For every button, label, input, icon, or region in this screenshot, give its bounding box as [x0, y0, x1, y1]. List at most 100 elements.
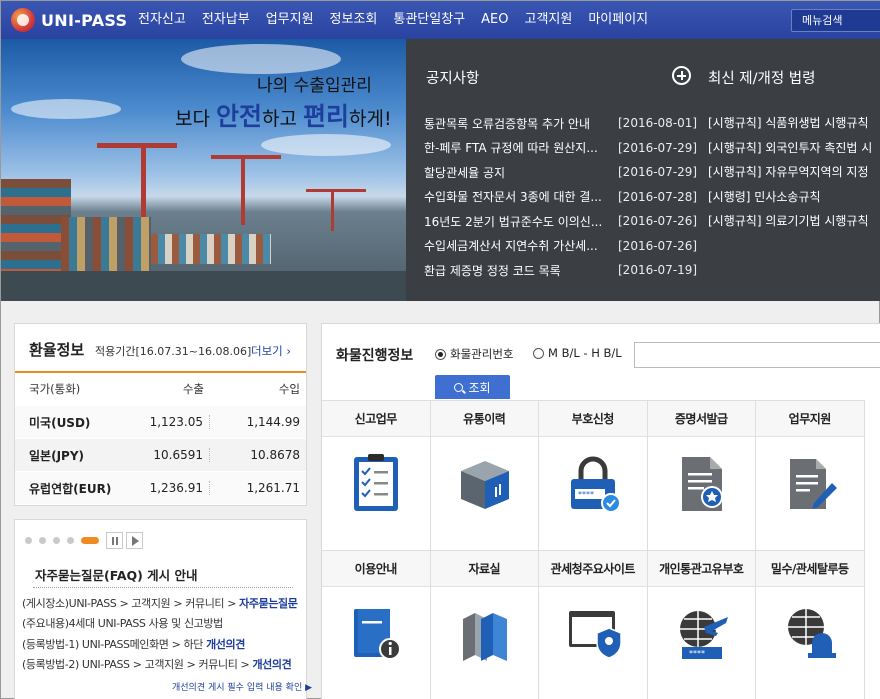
tile-smuggling-report[interactable]: 밀수/관세탈루등: [756, 550, 865, 699]
carousel-dot-active[interactable]: [81, 537, 99, 544]
notice-item[interactable]: 할당관세율 공지 [2016-07-29]: [424, 160, 697, 185]
exchange-rate-title: 환율정보: [29, 341, 85, 359]
tile-declaration[interactable]: 신고업무: [322, 400, 431, 550]
tile-customs-sites[interactable]: 관세청주요사이트: [539, 550, 648, 699]
row-export-rate: 10.6591: [130, 448, 210, 462]
exchange-rate-more-link[interactable]: 더보기 ›: [251, 343, 291, 359]
crane-boom: [306, 189, 366, 192]
banner-slogan-line1: 나의 수출입관리: [257, 76, 372, 96]
faq-line-text: (게시장소)UNI-PASS > 고객지원 > 커뮤니티 >: [22, 597, 240, 610]
faq-title[interactable]: 자주묻는질문(FAQ) 게시 안내: [35, 565, 198, 584]
nav-item-aeo[interactable]: AEO: [481, 1, 508, 39]
notice-date: [2016-07-28]: [618, 189, 698, 204]
certificate-document-icon: [681, 457, 723, 511]
cargo-number-input[interactable]: [634, 342, 880, 368]
carousel-dot[interactable]: [53, 537, 60, 544]
nav-item-customer-support[interactable]: 고객지원: [524, 1, 572, 39]
notice-item[interactable]: 한-페루 FTA 규정에 따라 원산지... [2016-07-29]: [424, 136, 698, 161]
tile-label: 부호신청: [539, 401, 647, 437]
tile-certificate-issue[interactable]: 증명서발급: [647, 400, 756, 550]
exchange-rate-card: 환율정보 적용기간[16.07.31~16.08.06] 더보기 › 국가(통화…: [14, 323, 307, 506]
cloud-shape: [181, 44, 341, 74]
column-header-import: 수입: [278, 382, 300, 396]
law-item[interactable]: [시행규칙] 외국인투자 촉진법 시: [708, 136, 880, 161]
row-import-rate: 10.8678: [250, 448, 300, 462]
row-export-rate: 1,123.05: [130, 415, 210, 429]
notice-title: 16년도 2분기 법규준수도 이의신...: [424, 214, 603, 229]
faq-line: (등록방법-1) UNI-PASS메인화면 > 하단 개선의견: [22, 635, 298, 655]
nav-item-business-support[interactable]: 업무지원: [266, 1, 314, 39]
table-row: 유럽연합(EUR) 1,236.91 1,261.71: [15, 471, 306, 504]
slogan-text: 하게!: [349, 108, 392, 130]
exchange-rate-column-headers: 국가(통화) 수출 수입: [15, 373, 306, 405]
nav-item-info-lookup[interactable]: 정보조회: [330, 1, 378, 39]
tile-row: 이용안내 자료실 관세청주요사이트 개인통관고유부호 **** 밀수/관세탈루등: [322, 550, 880, 699]
tile-code-application[interactable]: 부호신청 ****: [539, 400, 648, 550]
notice-item[interactable]: 수입화물 전자문서 3종에 대한 결... [2016-07-28]: [424, 185, 698, 210]
tile-distribution-history[interactable]: 유통이력: [430, 400, 539, 550]
tile-library[interactable]: 자료실: [430, 550, 539, 699]
carousel-dot[interactable]: [67, 537, 74, 544]
notice-title: 수입화물 전자문서 3종에 대한 결...: [424, 190, 602, 205]
radio-cargo-number[interactable]: 화물관리번호: [435, 346, 513, 362]
faq-line: (주요내용)4세대 UNI-PASS 사용 및 신고방법: [22, 614, 298, 634]
cargo-search-button[interactable]: 조회: [435, 375, 510, 399]
tile-user-guide[interactable]: 이용안내: [322, 550, 431, 699]
notice-item[interactable]: 환급 제증명 정정 코드 목록 [2016-07-19]: [424, 258, 698, 283]
notice-title: 수입세금계산서 지연수취 가산세...: [424, 239, 598, 254]
faq-note-link[interactable]: 개선의견 게시 필수 입력 내용 확인 ▶: [172, 680, 312, 693]
row-export-rate: 1,236.91: [130, 481, 210, 495]
tile-label: 자료실: [430, 551, 538, 587]
carousel-dot[interactable]: [39, 537, 46, 544]
pause-icon[interactable]: [106, 532, 123, 549]
tile-business-support[interactable]: 업무지원: [756, 400, 865, 550]
faq-line: (등록방법-2) UNI-PASS > 고객지원 > 커뮤니티 > 개선의견: [22, 655, 298, 675]
nav-item-e-declaration[interactable]: 전자신고: [138, 1, 186, 39]
harbor-water: [1, 271, 406, 301]
nav-item-e-payment[interactable]: 전자납부: [202, 1, 250, 39]
nav-item-my-page[interactable]: 마이페이지: [588, 1, 648, 39]
crane-tower: [331, 189, 334, 231]
notices-more-plus-icon[interactable]: [672, 66, 691, 85]
tile-label: 유통이력: [430, 401, 538, 437]
tile-personal-customs-code[interactable]: 개인통관고유부호 ****: [647, 550, 756, 699]
notice-list: 통관목록 오류검증항목 추가 안내 [2016-08-01] 한-페루 FTA 규…: [424, 111, 698, 283]
radio-bl-number[interactable]: M B/L - H B/L: [533, 346, 622, 360]
law-item[interactable]: [시행규칙] 자유무역지역의 지정: [708, 160, 880, 185]
slogan-highlight-safe: 안전: [216, 102, 263, 131]
law-list: [시행규칙] 식품위생법 시행규칙 [시행규칙] 외국인투자 촉진법 시 [시행…: [708, 111, 880, 234]
faq-line: (게시장소)UNI-PASS > 고객지원 > 커뮤니티 > 자주묻는질문: [22, 594, 298, 614]
radio-unselected-icon: [533, 347, 544, 359]
main-menu: 전자신고 전자납부 업무지원 정보조회 통관단일창구 AEO 고객지원 마이페이…: [138, 1, 664, 39]
carousel-dot[interactable]: [25, 537, 32, 544]
tile-label: 이용안내: [322, 551, 430, 587]
notice-date: [2016-07-19]: [618, 263, 698, 278]
menu-search-input[interactable]: 메뉴검색: [791, 9, 880, 32]
row-country: 일본(JPY): [29, 448, 84, 463]
notice-item[interactable]: 16년도 2분기 법규준수도 이의신... [2016-07-26]: [424, 209, 697, 234]
crane-tower: [141, 143, 146, 223]
uni-pass-logo[interactable]: UNI-PASS: [11, 8, 127, 32]
law-item[interactable]: [시행령] 민사소송규칙: [708, 185, 880, 210]
nav-item-single-window[interactable]: 통관단일창구: [393, 1, 465, 39]
svg-text:****: ****: [578, 490, 594, 499]
radio-label: 화물관리번호: [450, 347, 514, 361]
column-header-country: 국가(통화): [29, 382, 81, 396]
row-import-rate: 1,261.71: [246, 481, 300, 495]
law-item[interactable]: [시행규칙] 의료기기법 시행규칙: [708, 209, 880, 234]
notice-date: [2016-07-26]: [618, 238, 698, 253]
faq-line-emphasis: 개선의견: [252, 657, 292, 671]
notice-panel: 공지사항 통관목록 오류검증항목 추가 안내 [2016-08-01] 한-페루 …: [406, 39, 880, 301]
law-item[interactable]: [시행규칙] 식품위생법 시행규칙: [708, 111, 880, 136]
tile-label: 개인통관고유부호: [647, 551, 755, 587]
clipboard-checklist-icon: [354, 454, 398, 511]
svg-text:****: ****: [689, 649, 705, 658]
radio-label: M B/L - H B/L: [548, 346, 622, 360]
faq-line-text: (등록방법-1) UNI-PASS메인화면 > 하단: [22, 637, 207, 651]
notice-item[interactable]: 수입세금계산서 지연수취 가산세... [2016-07-26]: [424, 234, 698, 259]
box-package-icon: [460, 461, 509, 509]
search-icon: [454, 382, 464, 392]
notice-date: [2016-07-29]: [618, 140, 698, 155]
notice-item[interactable]: 통관목록 오류검증항목 추가 안내 [2016-08-01]: [424, 111, 697, 136]
play-icon[interactable]: [126, 532, 143, 549]
